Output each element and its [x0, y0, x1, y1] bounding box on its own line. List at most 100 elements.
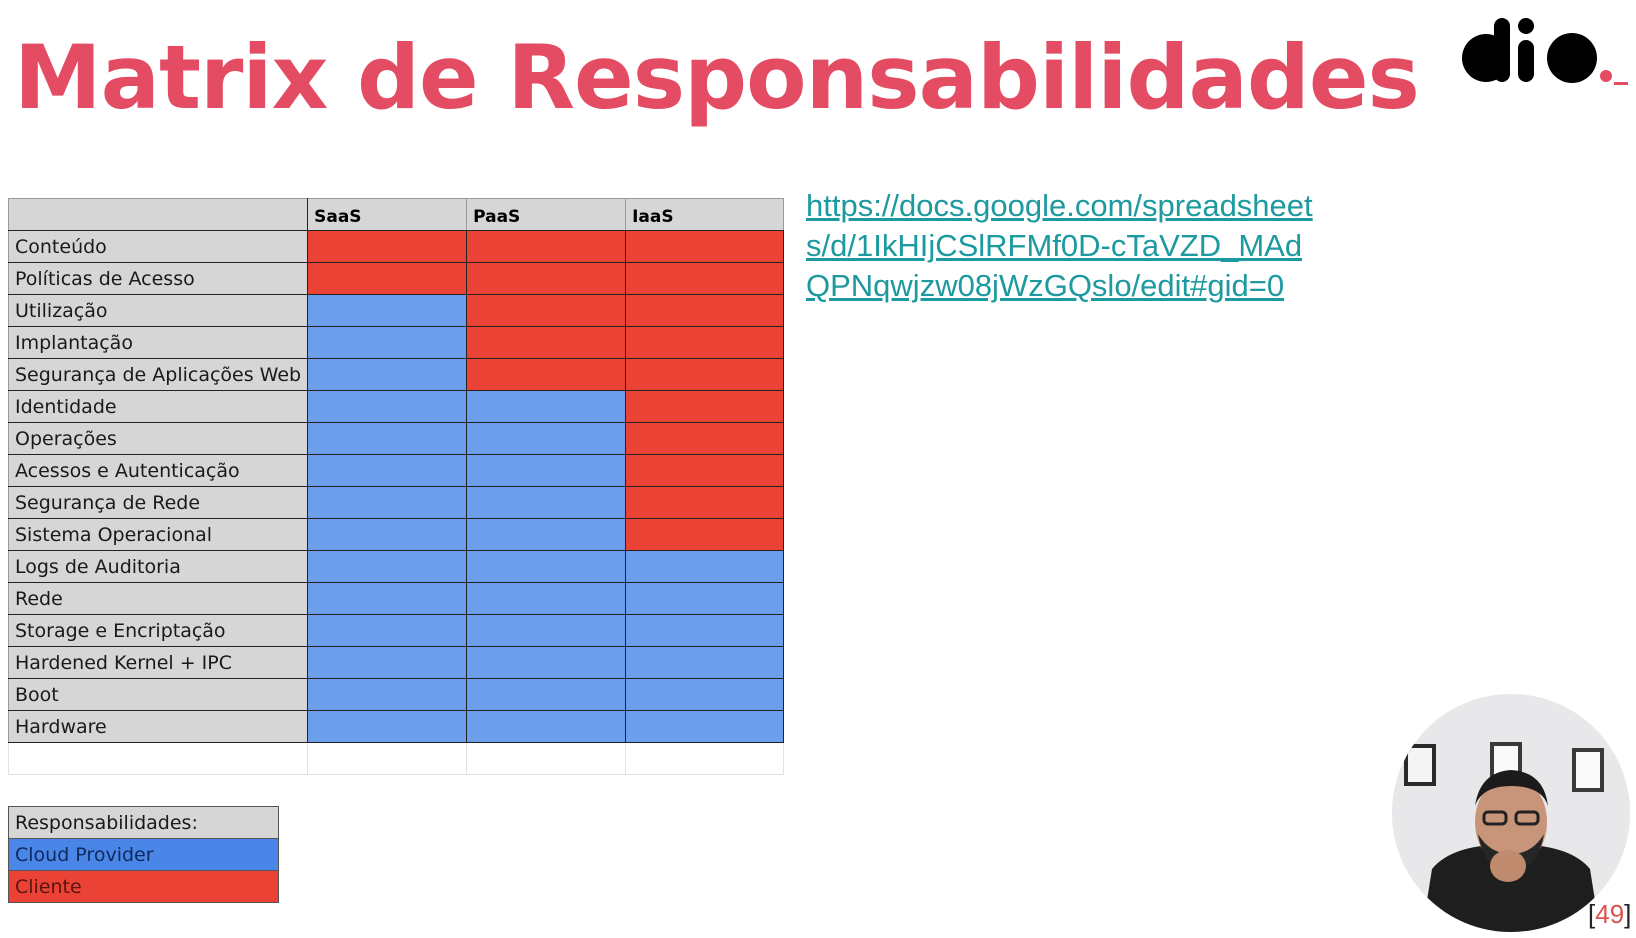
responsibility-cell — [466, 550, 627, 583]
row-label: Políticas de Acesso — [7, 262, 309, 295]
responsibility-cell — [625, 550, 785, 583]
responsibility-cell — [307, 582, 468, 615]
legend-cloud-provider: Cloud Provider — [8, 838, 279, 871]
page-number: [49] — [1588, 899, 1632, 929]
matrix-row: Segurança de Rede — [7, 486, 785, 519]
column-header-paas: PaaS — [466, 198, 627, 231]
responsibility-cell — [307, 422, 468, 455]
matrix-row: Acessos e Autenticação — [7, 454, 785, 487]
responsibility-cell — [307, 710, 468, 743]
blank-cell — [307, 742, 468, 775]
matrix-row: Identidade — [7, 390, 785, 423]
responsibility-cell — [466, 710, 627, 743]
responsibility-cell — [466, 454, 627, 487]
responsibility-cell — [466, 294, 627, 327]
blank-cell — [7, 742, 309, 775]
presenter-video-frame — [1392, 694, 1630, 932]
responsibility-cell — [625, 582, 785, 615]
dio-logo — [1462, 18, 1628, 85]
responsibility-cell — [625, 390, 785, 423]
row-label: Rede — [7, 582, 309, 615]
responsibility-cell — [625, 326, 785, 359]
matrix-body: Conteúdo Políticas de Acesso Utilização Imp… — [7, 230, 785, 743]
responsibility-cell — [307, 294, 468, 327]
responsibility-cell — [466, 230, 627, 263]
responsibility-cell — [307, 326, 468, 359]
page-number-value: 49 — [1595, 899, 1625, 929]
row-label: Segurança de Aplicações Web — [7, 358, 309, 391]
responsibility-cell — [625, 358, 785, 391]
responsibility-cell — [466, 486, 627, 519]
responsibility-cell — [625, 294, 785, 327]
spreadsheet-link[interactable]: https://docs.google.com/spreadsheets/d/1… — [806, 186, 1326, 306]
presenter-webcam — [1392, 694, 1630, 932]
row-label: Operações — [7, 422, 309, 455]
responsibility-legend: Responsabilidades: Cloud Provider Client… — [8, 806, 279, 903]
responsibility-cell — [307, 646, 468, 679]
matrix-row: Operações — [7, 422, 785, 455]
row-label: Logs de Auditoria — [7, 550, 309, 583]
row-label: Identidade — [7, 390, 309, 423]
responsibility-cell — [466, 422, 627, 455]
responsibility-cell — [625, 230, 785, 263]
matrix-row: Implantação — [7, 326, 785, 359]
responsibility-cell — [625, 422, 785, 455]
row-label: Sistema Operacional — [7, 518, 309, 551]
responsibility-cell — [466, 582, 627, 615]
row-label: Storage e Encriptação — [7, 614, 309, 647]
responsibility-cell — [307, 358, 468, 391]
responsibility-cell — [625, 678, 785, 711]
blank-cell — [466, 742, 627, 775]
responsibility-cell — [466, 390, 627, 423]
responsibility-cell — [307, 262, 468, 295]
row-label: Acessos e Autenticação — [7, 454, 309, 487]
row-label: Implantação — [7, 326, 309, 359]
slide-title: Matrix de Responsabilidades — [14, 26, 1420, 129]
responsibility-cell — [625, 518, 785, 551]
matrix-header-row: SaaS PaaS IaaS — [7, 198, 785, 231]
matrix-row: Logs de Auditoria — [7, 550, 785, 583]
row-label: Hardware — [7, 710, 309, 743]
responsibility-cell — [307, 230, 468, 263]
row-label: Hardened Kernel + IPC — [7, 646, 309, 679]
matrix-row: Rede — [7, 582, 785, 615]
matrix-row: Sistema Operacional — [7, 518, 785, 551]
matrix-blank-row — [7, 742, 785, 775]
legend-cliente: Cliente — [8, 870, 279, 903]
matrix-row: Boot — [7, 678, 785, 711]
responsibility-cell — [625, 710, 785, 743]
responsibility-cell — [466, 518, 627, 551]
legend-heading: Responsabilidades: — [8, 806, 279, 839]
responsibility-cell — [466, 614, 627, 647]
responsibility-matrix: SaaS PaaS IaaS Conteúdo Políticas de Aces… — [7, 198, 785, 775]
responsibility-cell — [307, 614, 468, 647]
row-label: Utilização — [7, 294, 309, 327]
responsibility-cell — [466, 678, 627, 711]
responsibility-cell — [466, 358, 627, 391]
matrix-row: Conteúdo — [7, 230, 785, 263]
matrix-corner-cell — [7, 198, 309, 231]
responsibility-cell — [307, 486, 468, 519]
responsibility-cell — [466, 646, 627, 679]
column-header-iaas: IaaS — [625, 198, 785, 231]
responsibility-cell — [625, 646, 785, 679]
responsibility-cell — [625, 454, 785, 487]
matrix-row: Hardened Kernel + IPC — [7, 646, 785, 679]
responsibility-cell — [307, 550, 468, 583]
matrix-row: Hardware — [7, 710, 785, 743]
responsibility-cell — [307, 518, 468, 551]
responsibility-cell — [307, 678, 468, 711]
matrix-row: Segurança de Aplicações Web — [7, 358, 785, 391]
blank-cell — [625, 742, 785, 775]
responsibility-cell — [466, 262, 627, 295]
row-label: Conteúdo — [7, 230, 309, 263]
matrix-row: Storage e Encriptação — [7, 614, 785, 647]
responsibility-cell — [625, 262, 785, 295]
responsibility-cell — [625, 486, 785, 519]
responsibility-cell — [307, 454, 468, 487]
matrix-row: Utilização — [7, 294, 785, 327]
responsibility-cell — [466, 326, 627, 359]
row-label: Segurança de Rede — [7, 486, 309, 519]
column-header-saas: SaaS — [307, 198, 468, 231]
row-label: Boot — [7, 678, 309, 711]
